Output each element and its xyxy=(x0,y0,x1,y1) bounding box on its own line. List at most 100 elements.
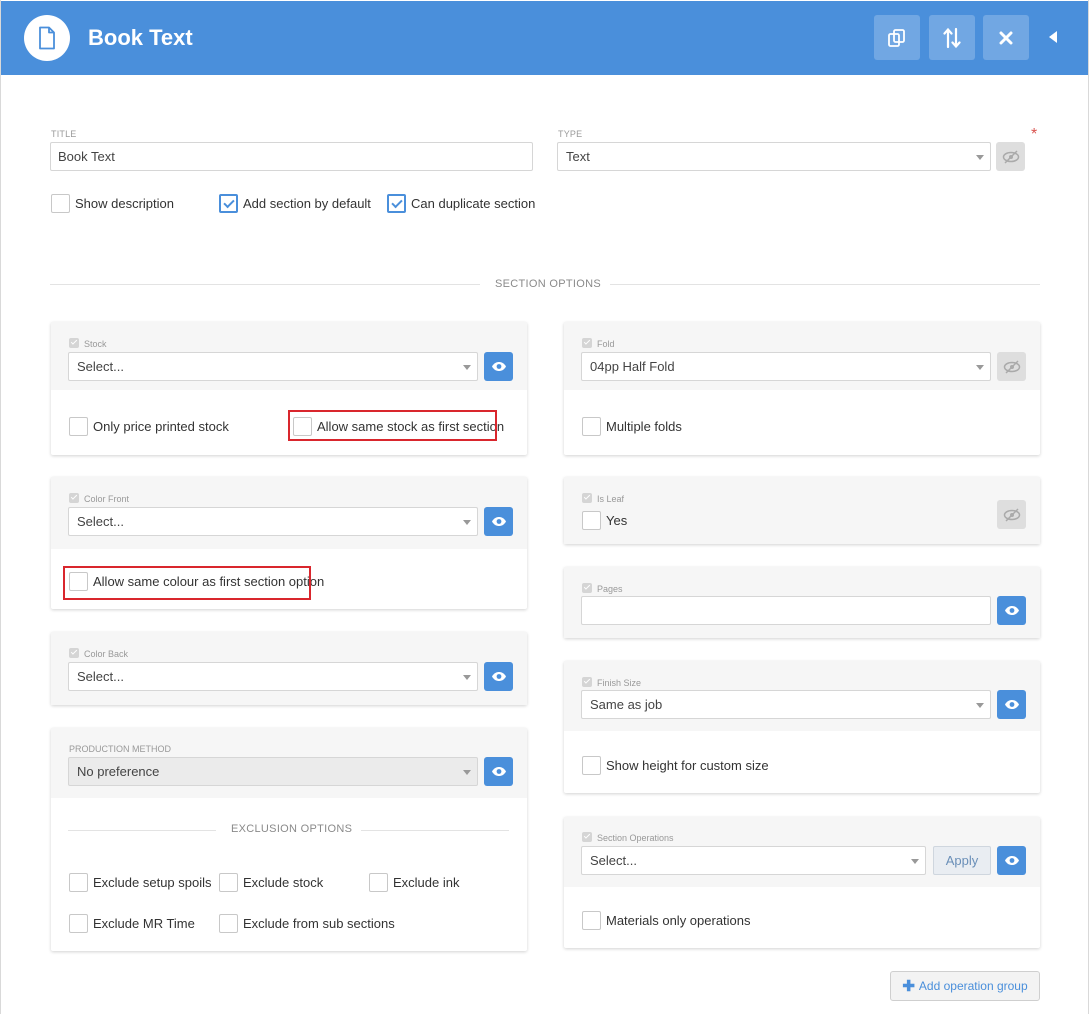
chevron-down-icon xyxy=(463,770,471,775)
section-operations-select[interactable]: Select... xyxy=(581,846,926,875)
exclude-stock-checkbox[interactable]: Exclude stock xyxy=(219,873,323,892)
checkbox-label: Materials only operations xyxy=(606,913,751,928)
eye-slash-icon xyxy=(1002,149,1019,164)
divider-right xyxy=(361,830,509,831)
eye-icon xyxy=(1004,856,1019,865)
type-visibility-toggle[interactable] xyxy=(996,142,1025,171)
chevron-down-icon xyxy=(976,703,984,708)
apply-button[interactable]: Apply xyxy=(933,846,991,875)
show-description-checkbox[interactable]: Show description xyxy=(51,194,174,213)
checkbox-box[interactable] xyxy=(51,194,70,213)
checkbox-label: Can duplicate section xyxy=(411,196,536,211)
is-leaf-label: Is Leaf xyxy=(597,494,625,504)
stock-select[interactable]: Select... xyxy=(68,352,478,381)
materials-only-checkbox[interactable]: Materials only operations xyxy=(582,911,751,930)
multiple-folds-checkbox[interactable]: Multiple folds xyxy=(582,417,682,436)
exclude-ink-checkbox[interactable]: Exclude ink xyxy=(369,873,459,892)
eye-icon xyxy=(491,767,506,776)
checkbox-box[interactable] xyxy=(582,417,601,436)
chevron-down-icon xyxy=(463,520,471,525)
fold-select-value: 04pp Half Fold xyxy=(590,359,675,374)
checkbox-box[interactable] xyxy=(582,756,601,775)
sort-icon xyxy=(943,27,961,48)
checkbox-box[interactable] xyxy=(69,914,88,933)
chevron-down-icon xyxy=(976,155,984,160)
fold-card: Fold 04pp Half Fold Multiple folds xyxy=(564,322,1040,455)
fold-visibility-toggle[interactable] xyxy=(997,352,1026,381)
color-back-label: Color Back xyxy=(84,649,129,659)
check-icon xyxy=(69,493,79,503)
pages-visibility-button[interactable] xyxy=(997,596,1026,625)
can-duplicate-checkbox[interactable]: Can duplicate section xyxy=(387,194,535,213)
header-bar: Book Text xyxy=(1,1,1088,75)
eye-icon xyxy=(491,672,506,681)
checkbox-box[interactable] xyxy=(69,873,88,892)
plus-icon: ✚ xyxy=(902,978,915,995)
stock-visibility-button[interactable] xyxy=(484,352,513,381)
exclude-sub-sections-checkbox[interactable]: Exclude from sub sections xyxy=(219,914,395,933)
fold-label: Fold xyxy=(597,339,615,349)
checkbox-label: Show height for custom size xyxy=(606,758,769,773)
checkbox-box[interactable] xyxy=(369,873,388,892)
exclude-mr-time-checkbox[interactable]: Exclude MR Time xyxy=(69,914,195,933)
eye-icon xyxy=(1004,606,1019,615)
check-icon xyxy=(69,338,79,348)
exclude-setup-spoils-checkbox[interactable]: Exclude setup spoils xyxy=(69,873,212,892)
divider-left xyxy=(50,284,480,285)
checkbox-box[interactable] xyxy=(582,511,601,530)
checkbox-box[interactable] xyxy=(219,873,238,892)
finish-size-value: Same as job xyxy=(590,697,663,712)
checkbox-label: Yes xyxy=(606,513,628,528)
check-icon xyxy=(582,493,592,503)
production-method-select[interactable]: No preference xyxy=(68,757,478,786)
checkbox-label: Exclude MR Time xyxy=(93,916,195,931)
title-label: TITLE xyxy=(51,129,77,139)
section-options-heading: SECTION OPTIONS xyxy=(495,278,601,290)
checkbox-label: Only price printed stock xyxy=(93,419,229,434)
checkbox-label: Add section by default xyxy=(243,196,371,211)
divider-left xyxy=(68,830,216,831)
production-method-value: No preference xyxy=(77,764,160,779)
production-visibility-button[interactable] xyxy=(484,757,513,786)
page-title: Book Text xyxy=(88,25,193,50)
color-back-select[interactable]: Select... xyxy=(68,662,478,691)
check-icon xyxy=(582,832,592,842)
fold-select[interactable]: 04pp Half Fold xyxy=(581,352,991,381)
pages-input[interactable] xyxy=(581,596,991,625)
is-leaf-visibility-toggle[interactable] xyxy=(997,500,1026,529)
checkbox-box[interactable] xyxy=(219,914,238,933)
finish-size-visibility-button[interactable] xyxy=(997,690,1026,719)
show-height-checkbox[interactable]: Show height for custom size xyxy=(582,756,769,775)
only-price-printed-checkbox[interactable]: Only price printed stock xyxy=(69,417,229,436)
check-icon xyxy=(69,648,79,658)
add-section-default-checkbox[interactable]: Add section by default xyxy=(219,194,371,213)
color-front-select[interactable]: Select... xyxy=(68,507,478,536)
highlight-box xyxy=(288,410,497,441)
reorder-button[interactable] xyxy=(929,15,975,60)
checkbox-box[interactable] xyxy=(219,194,238,213)
checkbox-label: Exclude from sub sections xyxy=(243,916,395,931)
is-leaf-yes-checkbox[interactable]: Yes xyxy=(582,511,627,530)
section-operations-visibility-button[interactable] xyxy=(997,846,1026,875)
section-operations-card: Section Operations Select... Apply Mater… xyxy=(564,817,1040,948)
type-select[interactable]: Text xyxy=(557,142,991,171)
eye-slash-icon xyxy=(1003,507,1020,522)
close-button[interactable] xyxy=(983,15,1029,60)
finish-size-select[interactable]: Same as job xyxy=(581,690,991,719)
highlight-box xyxy=(63,566,311,600)
checkbox-box[interactable] xyxy=(69,417,88,436)
production-method-card: PRODUCTION METHOD No preference EXCLUSIO… xyxy=(51,728,527,951)
stock-select-value: Select... xyxy=(77,359,124,374)
color-back-visibility-button[interactable] xyxy=(484,662,513,691)
checkbox-box[interactable] xyxy=(387,194,406,213)
add-operation-group-button[interactable]: ✚ Add operation group xyxy=(890,971,1040,1001)
title-input[interactable]: Book Text xyxy=(50,142,533,171)
copy-icon xyxy=(888,28,905,47)
eye-icon xyxy=(491,362,506,371)
section-operations-label: Section Operations xyxy=(597,833,674,843)
duplicate-button[interactable] xyxy=(874,15,920,60)
type-label: TYPE xyxy=(558,129,583,139)
collapse-arrow-icon[interactable] xyxy=(1049,31,1057,43)
checkbox-box[interactable] xyxy=(582,911,601,930)
color-front-visibility-button[interactable] xyxy=(484,507,513,536)
